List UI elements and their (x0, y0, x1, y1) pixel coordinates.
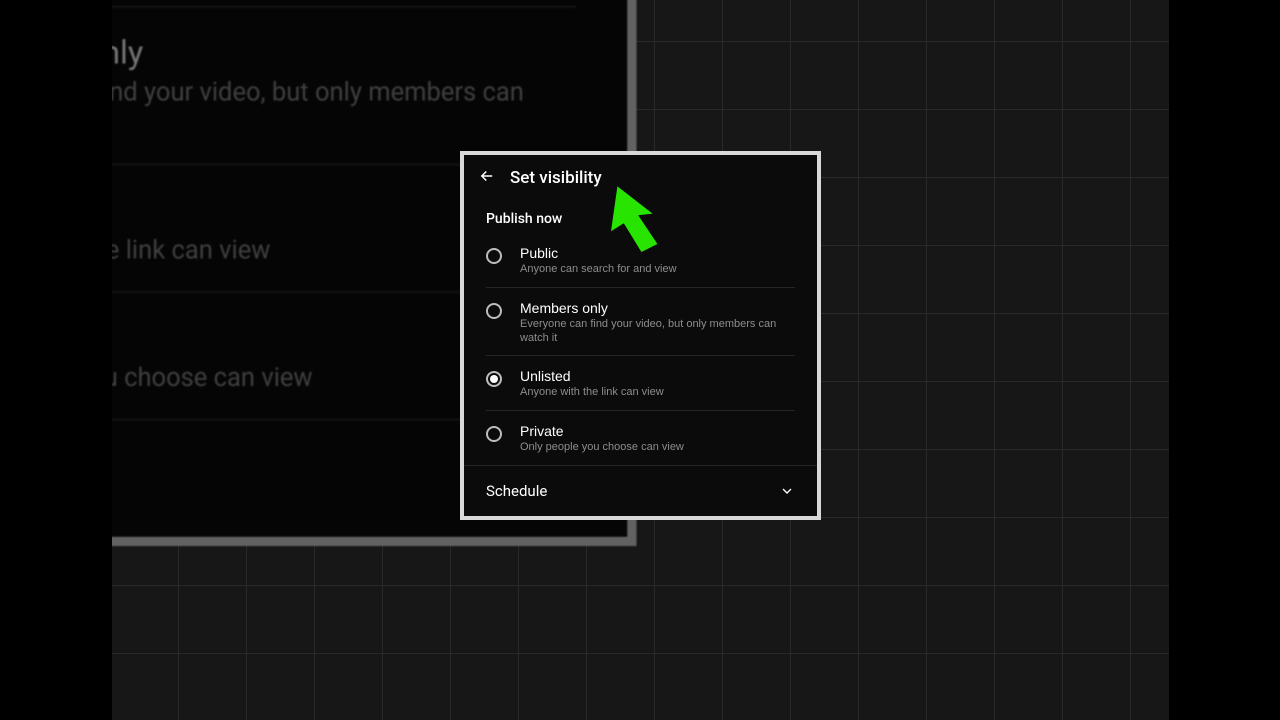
option-row: Members only Everyone can find your video… (112, 7, 576, 166)
radio-icon (486, 248, 502, 264)
back-button[interactable] (478, 167, 496, 189)
option-row: PublicAnyone can search for and view (112, 0, 576, 7)
schedule-section[interactable]: Schedule (464, 465, 817, 516)
option-private[interactable]: Private Only people you choose can view (486, 411, 795, 465)
option-title: Members only (520, 300, 795, 316)
visibility-options: Public Anyone can search for and view Me… (464, 233, 817, 465)
option-public[interactable]: Public Anyone can search for and view (486, 233, 795, 288)
option-desc: Only people you choose can view (520, 441, 795, 455)
option-title: Members only (112, 35, 576, 72)
option-desc: Everyone can find your video, but only m… (520, 318, 795, 346)
option-title: Public (520, 245, 795, 261)
option-title: Unlisted (520, 368, 795, 384)
option-desc: Anyone can search for and view (520, 263, 795, 277)
option-title: Private (520, 423, 795, 439)
panel-title: Set visibility (510, 168, 602, 188)
chevron-down-icon (779, 483, 795, 499)
radio-icon (486, 303, 502, 319)
option-unlisted[interactable]: Unlisted Anyone with the link can view (486, 356, 795, 411)
panel-header: Set visibility (464, 155, 817, 197)
visibility-panel: Set visibility Publish now Public Anyone… (460, 151, 821, 520)
radio-icon-selected (486, 371, 502, 387)
schedule-label: Schedule (486, 482, 547, 500)
option-members-only[interactable]: Members only Everyone can find your vide… (486, 288, 795, 357)
option-desc: Everyone can find your video, but only m… (112, 77, 576, 141)
radio-icon (486, 426, 502, 442)
publish-section-label: Publish now (464, 197, 817, 233)
option-desc: Anyone with the link can view (520, 386, 795, 400)
back-arrow-icon (478, 167, 496, 185)
